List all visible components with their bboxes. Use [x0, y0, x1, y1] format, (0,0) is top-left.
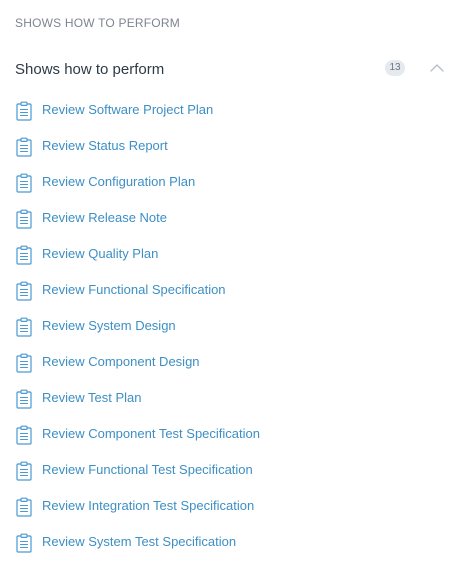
list-item: Review System Test Specification [15, 528, 260, 564]
clipboard-icon [15, 497, 33, 517]
item-link[interactable]: Review Functional Specification [42, 282, 226, 297]
group-header: Shows how to perform 13 [15, 56, 447, 84]
item-link[interactable]: Review System Design [42, 318, 176, 333]
list-item: Review Functional Test Specification [15, 456, 260, 492]
clipboard-icon [15, 353, 33, 373]
chevron-up-icon[interactable] [428, 59, 446, 77]
item-link[interactable]: Review Software Project Plan [42, 102, 213, 117]
clipboard-icon [15, 461, 33, 481]
clipboard-icon [15, 533, 33, 553]
clipboard-icon [15, 101, 33, 121]
list-item: Review Status Report [15, 132, 260, 168]
list-item: Review Release Note [15, 204, 260, 240]
item-link[interactable]: Review Component Test Specification [42, 426, 260, 441]
clipboard-icon [15, 173, 33, 193]
item-link[interactable]: Review Component Design [42, 354, 200, 369]
item-link[interactable]: Review Status Report [42, 138, 168, 153]
list-item: Review Test Plan [15, 384, 260, 420]
item-link[interactable]: Review System Test Specification [42, 534, 236, 549]
list-item: Review Component Test Specification [15, 420, 260, 456]
clipboard-icon [15, 281, 33, 301]
clipboard-icon [15, 389, 33, 409]
list-item: Review Software Project Plan [15, 96, 260, 132]
list-item: Review Component Design [15, 348, 260, 384]
list-item: Review Integration Test Specification [15, 492, 260, 528]
item-list: Review Software Project Plan Review Stat… [15, 96, 260, 564]
item-link[interactable]: Review Integration Test Specification [42, 498, 254, 513]
item-link[interactable]: Review Test Plan [42, 390, 141, 405]
list-item: Review Functional Specification [15, 276, 260, 312]
list-item: Review Quality Plan [15, 240, 260, 276]
item-link[interactable]: Review Functional Test Specification [42, 462, 253, 477]
clipboard-icon [15, 317, 33, 337]
clipboard-icon [15, 137, 33, 157]
clipboard-icon [15, 209, 33, 229]
clipboard-icon [15, 245, 33, 265]
clipboard-icon [15, 425, 33, 445]
item-link[interactable]: Review Quality Plan [42, 246, 158, 261]
section-heading: SHOWS HOW TO PERFORM [15, 16, 180, 30]
list-item: Review System Design [15, 312, 260, 348]
count-badge: 13 [385, 60, 405, 76]
list-item: Review Configuration Plan [15, 168, 260, 204]
group-title: Shows how to perform [15, 61, 165, 78]
item-link[interactable]: Review Configuration Plan [42, 174, 195, 189]
item-link[interactable]: Review Release Note [42, 210, 167, 225]
